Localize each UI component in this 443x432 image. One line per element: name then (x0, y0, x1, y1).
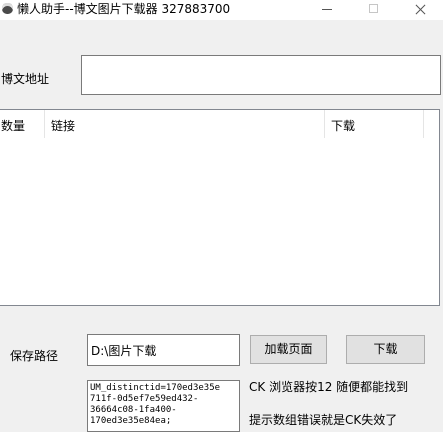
column-header-link[interactable]: 链接 (51, 117, 75, 134)
save-path-input[interactable]: D:\图片下载 (87, 334, 240, 366)
cookie-input[interactable]: UM_distinctid=170ed3e35e 711f-0d5ef7e59e… (87, 380, 240, 432)
image-list[interactable]: 数量 链接 下载 (0, 109, 440, 306)
cookie-value: UM_distinctid=170ed3e35e 711f-0d5ef7e59e… (90, 383, 221, 426)
column-header-count[interactable]: 数量 (1, 117, 25, 134)
close-button[interactable] (397, 0, 443, 20)
column-divider[interactable] (324, 110, 325, 138)
list-header: 数量 链接 下载 (0, 110, 439, 138)
app-cup-icon (2, 3, 13, 14)
title-bar[interactable]: 懒人助手--博文图片下载器 327883700 (0, 0, 443, 20)
save-path-label: 保存路径 (10, 349, 59, 363)
cookie-error-hint: 提示数组错误就是CK失效了 (249, 413, 398, 427)
load-page-button[interactable]: 加载页面 (250, 335, 327, 364)
download-button[interactable]: 下载 (346, 335, 425, 364)
column-header-download[interactable]: 下载 (331, 117, 355, 134)
minimize-button[interactable] (304, 0, 350, 20)
url-label: 博文地址 (1, 72, 50, 86)
window-title: 懒人助手--博文图片下载器 327883700 (17, 2, 231, 16)
column-divider[interactable] (44, 110, 45, 138)
save-path-value: D:\图片下载 (91, 344, 157, 358)
column-divider[interactable] (423, 110, 424, 138)
maximize-button[interactable] (351, 0, 397, 20)
cookie-hint: CK 浏览器按12 随便都能找到 (249, 380, 409, 394)
url-input[interactable] (81, 55, 441, 95)
